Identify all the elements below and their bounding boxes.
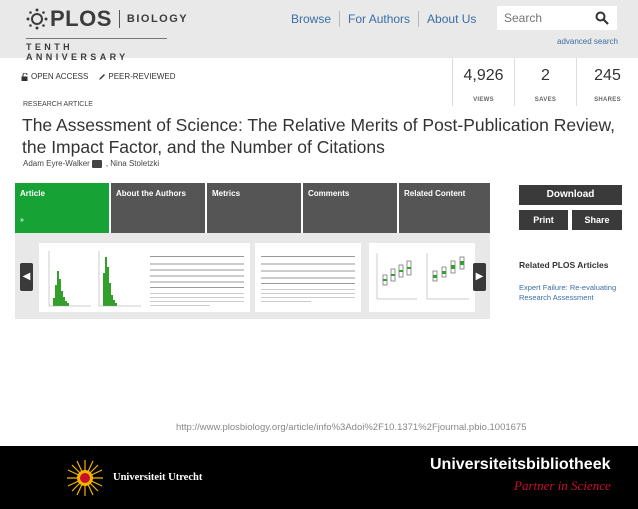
- open-lock-icon: [21, 72, 28, 81]
- tab-label: Related Content: [404, 189, 466, 198]
- nav-browse[interactable]: Browse: [283, 11, 341, 27]
- article-metrics: 4,926 VIEWS 2 SAVES 245 SHARES: [452, 58, 638, 106]
- metric-value: 245: [594, 67, 621, 84]
- pen-icon: [99, 73, 106, 80]
- metric-label: SHARES: [594, 97, 621, 103]
- figure-thumbnail[interactable]: [144, 243, 250, 312]
- site-header: PLOS BIOLOGY TENTH ANNIVERSARY Browse Fo…: [0, 0, 638, 62]
- metric-shares[interactable]: 245 SHARES: [576, 58, 638, 106]
- carousel-prev-button[interactable]: ◀: [20, 263, 33, 291]
- article-title: The Assessment of Science: The Relative …: [22, 115, 616, 157]
- nav-for-authors[interactable]: For Authors: [340, 11, 420, 27]
- tab-label: Article: [20, 189, 45, 198]
- related-article-link[interactable]: Expert Failure: Re-evaluating Research A…: [519, 283, 629, 303]
- tab-about-the-authors[interactable]: About the Authors: [111, 183, 205, 233]
- metric-views[interactable]: 4,926 VIEWS: [452, 58, 514, 106]
- figure-thumbnail[interactable]: [255, 243, 361, 312]
- carousel-next-button[interactable]: ▶: [473, 263, 486, 291]
- share-button[interactable]: Share: [572, 210, 622, 230]
- tab-article[interactable]: Article »: [15, 183, 109, 233]
- open-access-badge: OPEN ACCESS: [21, 72, 88, 81]
- library-name: Universiteitsbibliotheek: [430, 456, 611, 473]
- plos-logo-icon: [26, 8, 48, 30]
- figure-thumbnail[interactable]: [369, 243, 475, 312]
- logo-text: PLOS: [50, 6, 112, 31]
- tab-comments[interactable]: Comments: [303, 183, 397, 233]
- logo-tagline: TENTH ANNIVERSARY: [26, 38, 167, 62]
- nav-about-us[interactable]: About Us: [419, 11, 484, 27]
- metric-saves[interactable]: 2 SAVES: [514, 58, 576, 106]
- author-list: Adam Eyre-Walker , Nina Stoletzki: [23, 159, 159, 168]
- boxplot-figure-image: [376, 253, 469, 300]
- tab-label: Comments: [308, 189, 350, 198]
- tab-label: About the Authors: [116, 189, 186, 198]
- slide-footer: Universiteit Utrecht Universiteitsbiblio…: [0, 446, 638, 509]
- histogram-figure-image: [48, 251, 141, 307]
- utrecht-sun-logo: [67, 460, 103, 496]
- peer-reviewed-badge: PEER-REVIEWED: [98, 72, 175, 81]
- plos-biology-logo[interactable]: PLOS BIOLOGY TENTH ANNIVERSARY: [26, 6, 188, 62]
- chevron-down-icon: »: [20, 217, 24, 224]
- search-icon[interactable]: [595, 11, 609, 25]
- metric-value: 2: [541, 67, 550, 84]
- figure-carousel: ◀ ▶: [15, 233, 490, 319]
- tab-label: Metrics: [212, 189, 241, 198]
- article-tabs: Article » About the Authors Metrics Comm…: [15, 183, 490, 233]
- metric-label: VIEWS: [473, 97, 494, 103]
- tab-related-content[interactable]: Related Content: [399, 183, 490, 233]
- peer-reviewed-label: PEER-REVIEWED: [108, 72, 176, 81]
- figure-thumbnail[interactable]: [39, 243, 147, 312]
- library-tagline: Partner in Science: [514, 478, 611, 493]
- search-input[interactable]: [497, 6, 587, 30]
- open-access-label: OPEN ACCESS: [31, 72, 89, 81]
- author-name[interactable]: Nina Stoletzki: [110, 159, 159, 168]
- logo-journal-name: BIOLOGY: [126, 13, 189, 25]
- metric-value: 4,926: [463, 67, 504, 84]
- print-button[interactable]: Print: [519, 210, 568, 230]
- article-type: RESEARCH ARTICLE: [23, 101, 93, 108]
- download-button[interactable]: Download: [519, 185, 622, 205]
- metric-label: SAVES: [534, 97, 557, 103]
- email-icon[interactable]: [91, 159, 102, 168]
- search-box: [497, 6, 617, 30]
- tab-metrics[interactable]: Metrics: [207, 183, 301, 233]
- related-articles-heading: Related PLOS Articles: [519, 260, 609, 270]
- logo-divider: [118, 10, 120, 28]
- advanced-search-link[interactable]: advanced search: [557, 37, 618, 46]
- university-name: Universiteit Utrecht: [113, 472, 203, 483]
- main-nav: Browse For Authors About Us: [283, 11, 484, 27]
- author-name[interactable]: Adam Eyre-Walker: [23, 159, 90, 168]
- article-badges: OPEN ACCESS PEER-REVIEWED: [21, 72, 185, 81]
- source-url: http://www.plosbiology.org/article/info%…: [176, 422, 527, 433]
